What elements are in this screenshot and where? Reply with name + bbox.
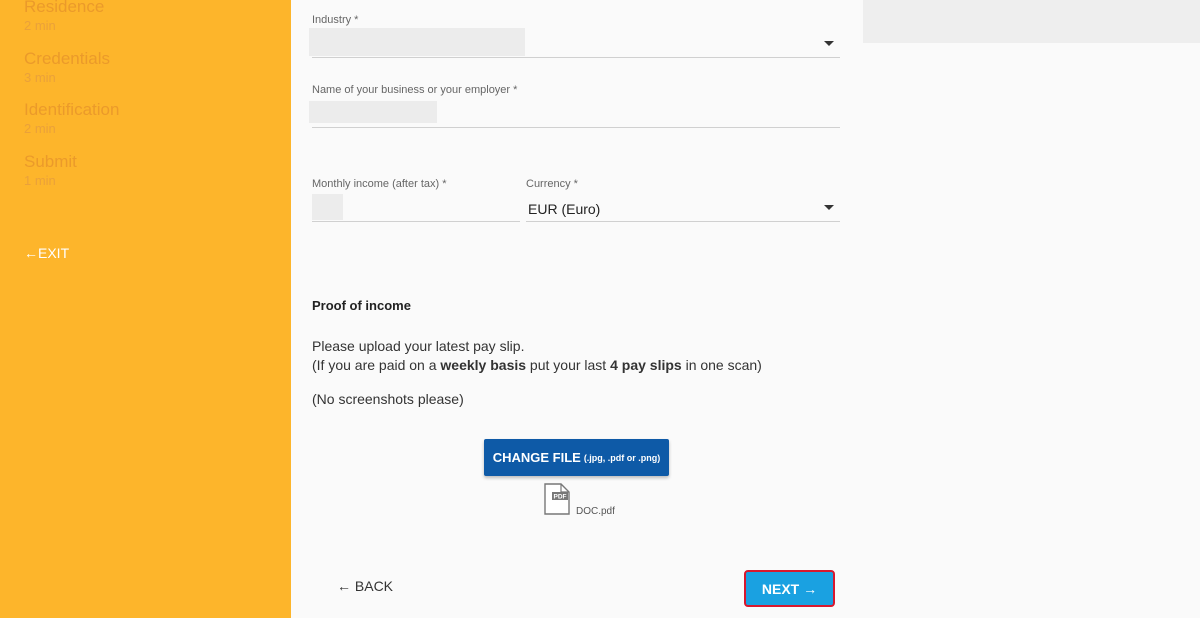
business-name-label: Name of your business or your employer * [312,84,518,96]
step-title: Residence [24,0,105,16]
instruction-weekly-basis: weekly basis [440,357,527,373]
uploaded-file-name[interactable]: DOC.pdf [576,506,615,517]
instruction-pay-slips: 4 pay slips [610,357,682,373]
pdf-icon-text: PDF [554,494,567,501]
file-types-hint: (.jpg, .pdf or .png) [583,452,661,463]
chevron-down-icon [824,41,834,46]
industry-select[interactable]: Industry * [309,14,840,58]
monthly-income-value-redacted [312,194,343,220]
monthly-income-field[interactable]: Monthly income (after tax) * [312,178,520,222]
step-title: Identification [24,100,120,119]
exit-link[interactable]: ←EXIT [24,245,69,261]
top-right-bar [863,0,1200,43]
step-title: Credentials [24,49,110,68]
upload-instructions: Please upload your latest pay slip. (If … [312,337,762,375]
change-file-label: CHANGE FILE [492,450,581,465]
step-time: 3 min [24,70,56,85]
sidebar-step-credentials[interactable]: Credentials 3 min [24,49,110,86]
field-underline [312,57,840,58]
instruction-line-2-post: in one scan) [681,357,762,373]
currency-value: EUR (Euro) [528,201,601,217]
step-time: 2 min [24,121,56,136]
field-underline [526,221,840,222]
step-time: 1 min [24,173,56,188]
pdf-file-icon: PDF [544,483,570,515]
instruction-line-2-pre: (If you are paid on a [312,357,441,373]
sidebar-step-submit[interactable]: Submit 1 min [24,152,77,189]
step-time: 2 min [24,18,56,33]
business-name-field[interactable]: Name of your business or your employer * [309,84,840,128]
currency-select[interactable]: Currency * EUR (Euro) [526,178,840,222]
sidebar-step-residence[interactable]: Residence 2 min [24,0,104,34]
field-underline [312,221,520,222]
chevron-down-icon [824,205,834,210]
monthly-income-label: Monthly income (after tax) * [312,178,447,190]
field-underline [312,127,840,128]
change-file-button[interactable]: CHANGE FILE (.jpg, .pdf or .png) [484,439,669,476]
step-title: Submit [24,152,77,171]
main-form: Industry * Name of your business or your… [291,0,863,618]
instruction-line-2-mid: put your last [526,357,611,373]
business-name-value-redacted [309,101,437,123]
no-screenshots-note: (No screenshots please) [312,391,464,407]
back-button[interactable]: ← BACK [337,578,393,594]
currency-label: Currency * [526,178,578,190]
sidebar: Residence 2 min Credentials 3 min Identi… [0,0,291,618]
industry-label: Industry * [312,14,359,26]
sidebar-step-identification[interactable]: Identification 2 min [24,100,119,137]
proof-of-income-title: Proof of income [312,298,411,313]
instruction-line-1: Please upload your latest pay slip. [312,338,525,354]
next-button[interactable]: NEXT → [744,570,835,607]
industry-value-redacted [309,28,525,56]
